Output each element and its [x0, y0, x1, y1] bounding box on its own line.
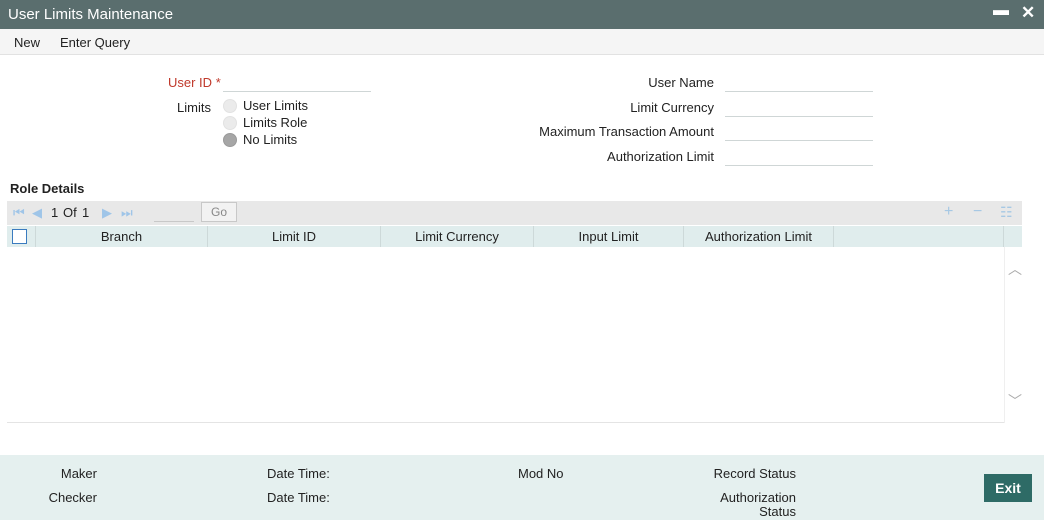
delete-row-icon[interactable]: − [973, 203, 982, 221]
grid-toolbar: ⏮ ◀ 1 Of 1 ▶ ⏭ Go + − ☷ [7, 201, 1022, 225]
view-list-icon[interactable]: ☷ [1000, 204, 1013, 221]
col-limit-currency[interactable]: Limit Currency [381, 226, 534, 247]
max-transaction-amount-label: Maximum Transaction Amount [539, 124, 714, 139]
scroll-down-icon[interactable]: ﹀ [1008, 391, 1022, 411]
radio-limits-role-label: Limits Role [243, 115, 308, 130]
limit-currency-input[interactable] [725, 97, 873, 117]
menu-bar: New Enter Query [0, 29, 1044, 55]
radio-no-limits-label: No Limits [243, 132, 298, 147]
pager-of: Of [63, 205, 77, 220]
exit-button[interactable]: Exit [984, 474, 1032, 502]
add-row-icon[interactable]: + [944, 203, 953, 221]
window-title: User Limits Maintenance [8, 6, 174, 23]
grid-header: Branch Limit ID Limit Currency Input Lim… [7, 226, 1022, 247]
pager-current: 1 [51, 205, 59, 220]
radio-limits-role[interactable] [223, 116, 237, 130]
col-authorization-limit[interactable]: Authorization Limit [684, 226, 834, 247]
select-all-cell [7, 226, 36, 247]
checker-label: Checker [48, 490, 97, 505]
minimize-icon[interactable]: ▬ [993, 2, 1009, 20]
authorization-status-label-line2: Status [759, 504, 796, 519]
max-transaction-amount-input[interactable] [725, 121, 873, 141]
maker-date-time-label: Date Time: [267, 466, 330, 481]
window-titlebar: User Limits Maintenance ▬ ✕ [0, 0, 1044, 29]
next-page-icon[interactable]: ▶ [102, 205, 112, 221]
page-number-input[interactable] [154, 204, 194, 222]
checker-date-time-label: Date Time: [267, 490, 330, 505]
last-page-icon[interactable]: ⏭ [121, 205, 133, 221]
prev-page-icon[interactable]: ◀ [32, 205, 42, 221]
menu-enter-query[interactable]: Enter Query [60, 35, 130, 50]
required-mark: * [215, 75, 221, 90]
scroll-up-icon[interactable]: ︿ [1008, 259, 1022, 279]
radio-no-limits[interactable] [223, 133, 237, 147]
select-all-checkbox[interactable] [12, 229, 27, 244]
radio-user-limits[interactable] [223, 99, 237, 113]
record-status-label: Record Status [713, 466, 796, 481]
col-input-limit[interactable]: Input Limit [534, 226, 684, 247]
grid-body: ︿ ﹀ [7, 247, 1022, 423]
mod-no-label: Mod No [518, 466, 564, 481]
col-spacer [834, 226, 1004, 247]
col-limit-id[interactable]: Limit ID [208, 226, 381, 247]
col-branch[interactable]: Branch [36, 226, 208, 247]
user-name-label: User Name [648, 75, 714, 90]
go-button[interactable]: Go [201, 202, 237, 222]
close-icon[interactable]: ✕ [1021, 3, 1035, 23]
authorization-status-label-line1: Authorization [720, 490, 796, 505]
user-id-label: User ID * [168, 75, 221, 90]
audit-footer: Maker Checker Date Time: Date Time: Mod … [0, 455, 1044, 520]
pager-total: 1 [82, 205, 90, 220]
radio-user-limits-label: User Limits [243, 98, 309, 113]
grid-scrollbar[interactable]: ︿ ﹀ [1004, 247, 1022, 423]
user-id-input[interactable] [223, 72, 371, 92]
menu-new[interactable]: New [14, 35, 40, 50]
limit-currency-label: Limit Currency [630, 100, 714, 115]
authorization-limit-input[interactable] [725, 146, 873, 166]
role-details-title: Role Details [10, 181, 85, 196]
user-name-input[interactable] [725, 72, 873, 92]
first-page-icon[interactable]: ⏮ [13, 205, 25, 221]
maker-label: Maker [60, 466, 97, 481]
limits-label: Limits [177, 100, 211, 115]
authorization-limit-label: Authorization Limit [607, 149, 714, 164]
